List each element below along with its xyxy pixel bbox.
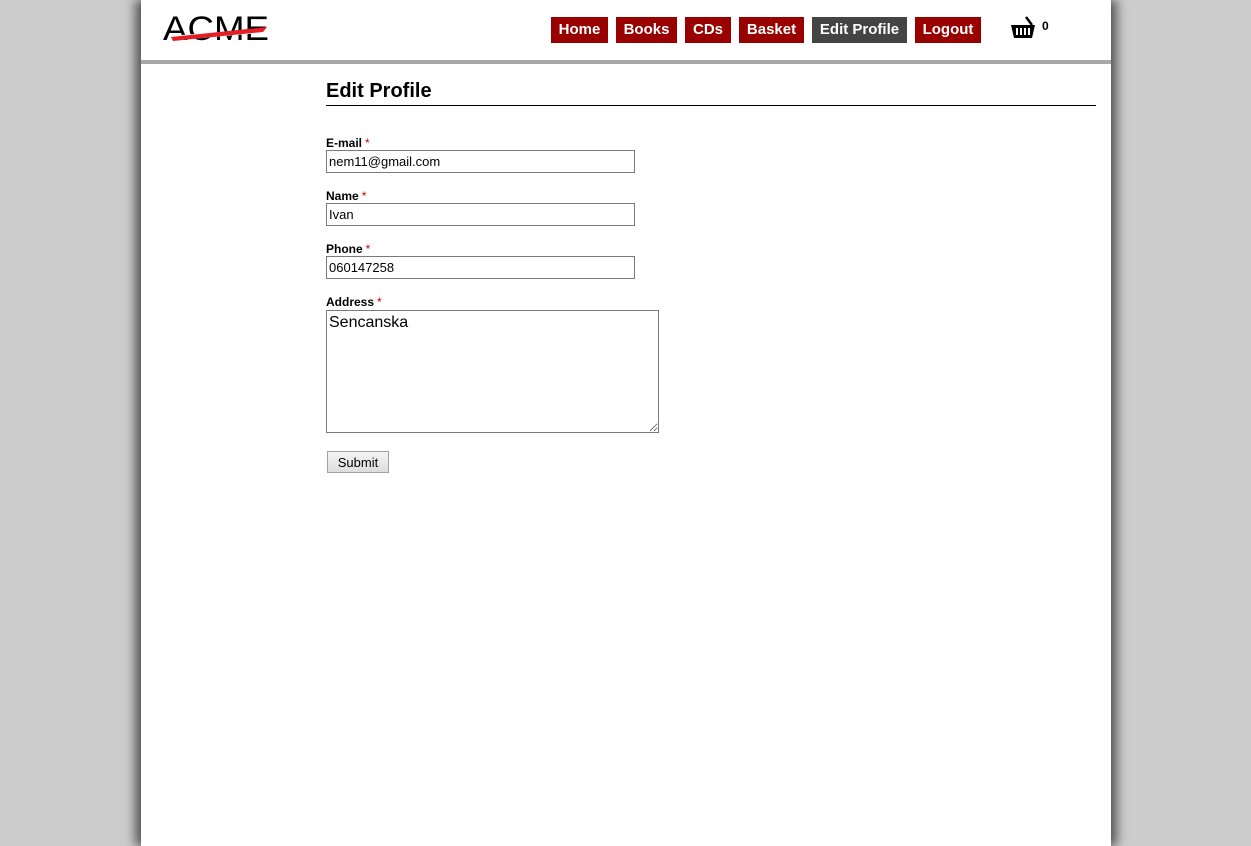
phone-label: Phone * <box>326 242 370 256</box>
basket-icon <box>1011 16 1035 38</box>
required-marker: * <box>365 242 371 256</box>
name-label: Name * <box>326 189 366 203</box>
page-title: Edit Profile <box>326 78 1096 106</box>
acme-logo[interactable]: ACME <box>163 10 273 48</box>
address-label: Address * <box>326 295 382 309</box>
header-divider <box>141 60 1111 64</box>
cart-count: 0 <box>1042 19 1049 33</box>
nav-cds-button[interactable]: CDs <box>685 17 731 43</box>
nav-home-button[interactable]: Home <box>551 17 608 43</box>
phone-field[interactable] <box>326 256 635 279</box>
required-marker: * <box>377 295 382 309</box>
address-textarea[interactable]: Sencanska <box>326 310 659 433</box>
nav-logout-button[interactable]: Logout <box>915 17 981 43</box>
acme-logo-graphic: ACME <box>163 10 271 48</box>
nav-books-button[interactable]: Books <box>616 17 677 43</box>
nav-edit-profile-button[interactable]: Edit Profile <box>812 17 907 43</box>
cart-widget[interactable]: 0 <box>1010 15 1060 45</box>
edit-profile-form: Edit Profile E-mail* Name* Phone* Addres… <box>326 78 1096 473</box>
logo-wordmark: ACME <box>163 10 269 46</box>
page-container: ACME Home Books CDs Basket Edit Profile … <box>141 0 1111 846</box>
site-header: ACME Home Books CDs Basket Edit Profile … <box>141 0 1111 60</box>
address-label-text: Address <box>326 295 375 309</box>
email-label: E-mail * <box>326 136 370 150</box>
nav-basket-button[interactable]: Basket <box>739 17 804 43</box>
phone-label-text: Phone <box>326 242 363 256</box>
name-field[interactable] <box>326 203 635 226</box>
required-marker: * <box>365 136 370 150</box>
email-field[interactable] <box>326 150 635 173</box>
submit-button[interactable]: Submit <box>327 451 389 473</box>
required-marker: * <box>361 189 367 203</box>
email-label-text: E-mail <box>326 136 363 150</box>
name-label-text: Name <box>326 189 359 203</box>
